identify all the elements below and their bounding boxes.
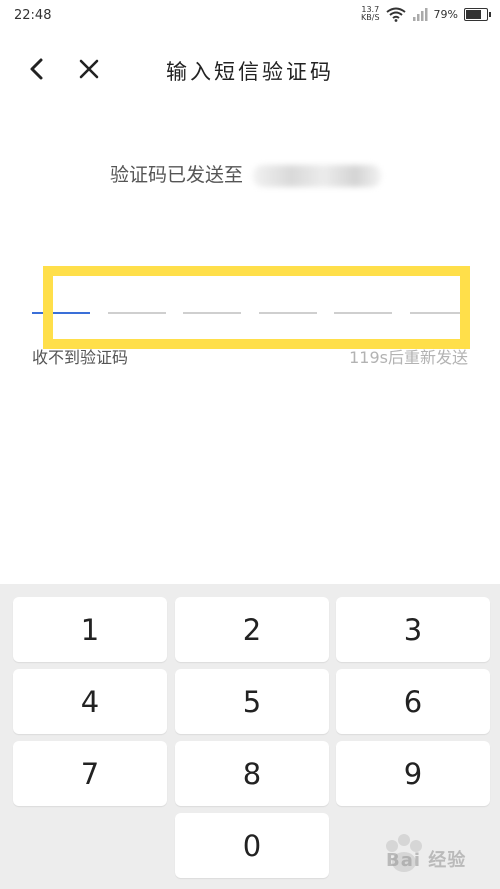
battery-icon: [464, 7, 491, 21]
key-5[interactable]: 5: [175, 669, 329, 734]
network-speed-unit: KB/S: [361, 13, 380, 22]
phone-number-blurred: [253, 164, 382, 187]
page-title: 输入短信验证码: [166, 60, 334, 84]
highlight-annotation: [43, 266, 470, 349]
status-icons: 13.7 KB/S 79%: [361, 6, 491, 22]
key-0[interactable]: 0: [175, 813, 329, 878]
sent-to-label: 验证码已发送至: [110, 164, 244, 186]
sent-to-message: 验证码已发送至: [110, 160, 382, 187]
network-speed: 13.7 KB/S: [361, 6, 380, 22]
key-8[interactable]: 8: [175, 741, 329, 806]
key-2[interactable]: 2: [175, 597, 329, 662]
no-code-link[interactable]: 收不到验证码: [32, 344, 128, 368]
key-7[interactable]: 7: [13, 741, 167, 806]
wifi-icon: [385, 7, 406, 22]
key-4[interactable]: 4: [13, 669, 167, 734]
nav-bar: 输入短信验证码: [0, 44, 500, 94]
key-9[interactable]: 9: [336, 741, 490, 806]
status-time: 22:48: [14, 8, 52, 23]
key-3[interactable]: 3: [336, 597, 490, 662]
key-6[interactable]: 6: [336, 669, 490, 734]
resend-countdown: 119s后重新发送: [349, 348, 468, 367]
watermark-text: Bai 经验: [386, 850, 467, 871]
key-1[interactable]: 1: [13, 597, 167, 662]
battery-percent: 79%: [433, 7, 458, 21]
signal-icon: [412, 8, 428, 21]
battery-fill: [466, 9, 481, 19]
status-bar: 22:48 13.7 KB/S 79%: [0, 0, 500, 34]
